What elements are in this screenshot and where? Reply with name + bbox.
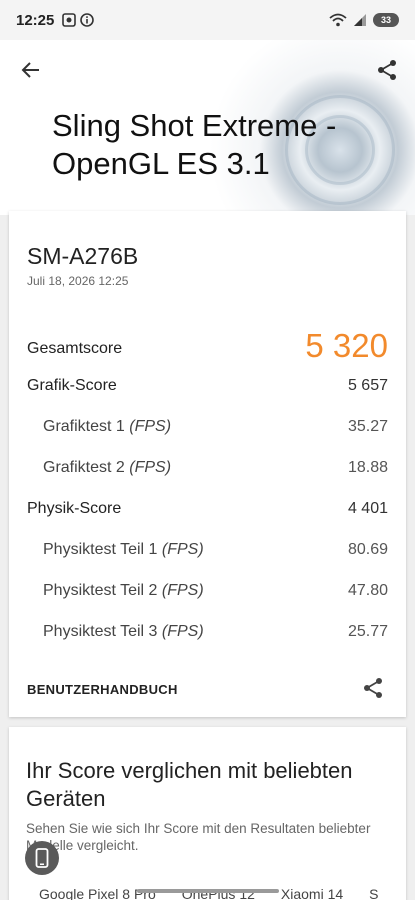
share-icon (378, 60, 396, 80)
info-icon (80, 13, 95, 27)
physics-test-2-row: Physiktest Teil 2 (FPS) 47.80 (9, 579, 406, 603)
page-title: Sling Shot Extreme - OpenGL ES 3.1 (52, 108, 337, 181)
physics-test-1-value: 80.69 (347, 541, 388, 558)
fps-unit: (FPS) (161, 623, 204, 640)
fps-unit: (FPS) (161, 541, 204, 558)
overall-score-label: Gesamtscore (27, 340, 123, 357)
phone-icon (35, 848, 49, 868)
overall-score-row: Gesamtscore 5 320 (9, 327, 406, 364)
hero-banner: Sling Shot Extreme - OpenGL ES 3.1 (0, 40, 415, 215)
share-result-button[interactable] (362, 677, 384, 704)
home-indicator[interactable] (137, 889, 279, 893)
overall-score-value: 5 320 (305, 327, 388, 364)
physics-score-label: Physik-Score (27, 500, 122, 517)
share-icon (364, 678, 382, 698)
graphics-test-2-row: Grafiktest 2 (FPS) 18.88 (9, 456, 406, 480)
fps-unit: (FPS) (129, 459, 172, 476)
physics-test-2-value: 47.80 (347, 582, 388, 599)
comparison-title: Ihr Score verglichen mit beliebten Gerät… (26, 758, 353, 811)
graphics-test-2-value: 18.88 (347, 459, 388, 476)
physics-test-2-label: Physiktest Teil 2 (FPS) (43, 582, 204, 599)
physics-test-3-label: Physiktest Teil 3 (FPS) (43, 623, 204, 640)
device-tab[interactable]: S (369, 886, 378, 900)
device-tab[interactable]: Xiaomi 14 (281, 886, 343, 900)
screen-record-icon (62, 13, 77, 27)
signal-icon (354, 14, 366, 26)
comparison-subtitle: Sehen Sie wie sich Ihr Score mit den Res… (26, 821, 371, 853)
fps-unit: (FPS) (129, 418, 172, 435)
physics-score-row: Physik-Score 4 401 (9, 497, 406, 521)
status-right: 33 (329, 13, 399, 27)
share-button[interactable] (369, 52, 405, 88)
status-time: 12:25 (16, 11, 55, 29)
graphics-score-label: Grafik-Score (27, 377, 117, 394)
fps-unit: (FPS) (161, 582, 204, 599)
graphics-test-2-label: Grafiktest 2 (FPS) (43, 459, 172, 476)
battery-indicator: 33 (373, 13, 399, 27)
graphics-test-1-row: Grafiktest 1 (FPS) 35.27 (9, 415, 406, 439)
graphics-score-value: 5 657 (347, 377, 388, 394)
physics-score-value: 4 401 (347, 500, 388, 517)
user-manual-link[interactable]: BENUTZERHANDBUCH (27, 682, 178, 697)
graphics-score-row: Grafik-Score 5 657 (9, 374, 406, 398)
physics-test-1-label: Physiktest Teil 1 (FPS) (43, 541, 204, 558)
physics-test-3-row: Physiktest Teil 3 (FPS) 25.77 (9, 620, 406, 644)
result-card: SM-A276B Juli 18, 2026 12:25 Gesamtscore… (9, 211, 406, 717)
graphics-test-1-label: Grafiktest 1 (FPS) (43, 418, 172, 435)
device-name: SM-A276B (27, 243, 139, 269)
status-bar: 12:25 33 (0, 0, 415, 40)
back-button[interactable] (13, 52, 49, 88)
physics-test-3-value: 25.77 (347, 623, 388, 640)
physics-test-1-row: Physiktest Teil 1 (FPS) 80.69 (9, 538, 406, 562)
comparison-card: Ihr Score verglichen mit beliebten Gerät… (9, 727, 406, 900)
graphics-test-1-value: 35.27 (347, 418, 388, 435)
floating-phone-button[interactable] (25, 841, 59, 875)
test-date: Juli 18, 2026 12:25 (27, 274, 129, 288)
wifi-icon (329, 13, 347, 27)
back-arrow-icon (21, 62, 39, 78)
